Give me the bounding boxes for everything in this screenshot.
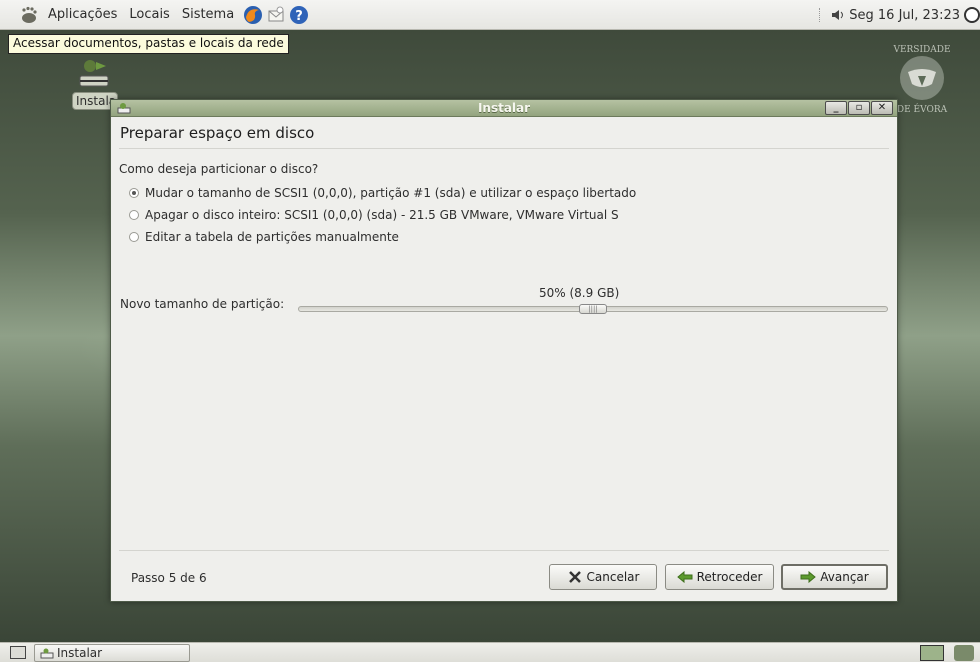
option-manual-label: Editar a tabela de partições manualmente <box>145 230 399 244</box>
taskbar-item-installer[interactable]: Instalar <box>34 644 190 662</box>
partition-size-value: 50% (8.9 GB) <box>539 286 620 300</box>
window-titlebar[interactable]: Instalar _ ▫ ✕ <box>111 100 897 117</box>
menu-aplicacoes[interactable]: Aplicações <box>42 7 123 22</box>
option-resize-label: Mudar o tamanho de SCSI1 (0,0,0), partiç… <box>145 186 637 200</box>
volume-icon[interactable] <box>831 9 845 21</box>
menu-locais[interactable]: Locais <box>123 7 175 22</box>
back-label: Retroceder <box>696 570 763 584</box>
close-icon: ✕ <box>877 102 887 113</box>
firefox-launcher-icon[interactable] <box>243 5 263 25</box>
power-icon[interactable] <box>964 7 980 23</box>
window-body: Preparar espaço em disco Como deseja par… <box>119 118 889 601</box>
top-panel: Aplicações Locais Sistema ? Seg 16 Jul, … <box>0 0 980 30</box>
arrow-right-icon <box>800 571 817 583</box>
radio-resize[interactable] <box>129 188 139 198</box>
minimize-button[interactable]: _ <box>825 101 847 115</box>
cancel-x-icon <box>568 571 581 583</box>
cancel-button[interactable]: Cancelar <box>549 564 657 590</box>
radio-erase-disk[interactable] <box>129 210 139 220</box>
footer-divider <box>119 550 889 551</box>
partition-options: Mudar o tamanho de SCSI1 (0,0,0), partiç… <box>119 182 889 248</box>
install-icon <box>79 60 109 87</box>
gnome-foot-icon[interactable] <box>20 6 38 24</box>
forward-button[interactable]: Avançar <box>781 564 888 590</box>
tooltip: Acessar documentos, pastas e locais da r… <box>8 34 289 54</box>
bottom-panel: Instalar <box>0 642 980 662</box>
option-erase-disk-label: Apagar o disco inteiro: SCSI1 (0,0,0) (s… <box>145 208 619 222</box>
radio-manual[interactable] <box>129 232 139 242</box>
heading-divider <box>119 148 889 149</box>
show-desktop-button[interactable] <box>10 646 26 659</box>
svg-text:?: ? <box>295 9 303 24</box>
help-launcher-icon[interactable]: ? <box>289 5 309 25</box>
option-erase-disk[interactable]: Apagar o disco inteiro: SCSI1 (0,0,0) (s… <box>129 204 889 226</box>
partition-size-slider[interactable]: |||| <box>298 304 888 314</box>
workspace-switcher[interactable] <box>920 645 944 661</box>
step-indicator: Passo 5 de 6 <box>131 571 207 585</box>
email-launcher-icon[interactable] <box>266 5 286 25</box>
forward-label: Avançar <box>820 570 869 584</box>
slider-thumb[interactable]: |||| <box>579 304 607 314</box>
close-button[interactable]: ✕ <box>871 101 893 115</box>
svg-text:DE ÉVORA: DE ÉVORA <box>897 103 948 115</box>
installer-window: Instalar _ ▫ ✕ Preparar espaço em disco … <box>110 99 898 602</box>
cancel-label: Cancelar <box>586 570 640 584</box>
window-title: Instalar <box>477 101 531 115</box>
clock-area: Seg 16 Jul, 23:23 <box>819 0 980 30</box>
arrow-left-icon <box>676 571 693 583</box>
option-manual[interactable]: Editar a tabela de partições manualmente <box>129 226 889 248</box>
menu-sistema[interactable]: Sistema <box>176 7 240 22</box>
minimize-icon: _ <box>833 102 839 113</box>
maximize-button[interactable]: ▫ <box>848 101 870 115</box>
partition-size-row: Novo tamanho de partição: 50% (8.9 GB) |… <box>119 286 889 326</box>
trash-icon[interactable] <box>954 645 974 661</box>
window-controls: _ ▫ ✕ <box>825 101 893 115</box>
partition-question: Como deseja particionar o disco? <box>119 162 319 176</box>
svg-text:VERSIDADE: VERSIDADE <box>892 45 950 55</box>
taskbar-item-label: Instalar <box>57 646 103 660</box>
page-title: Preparar espaço em disco <box>120 124 315 142</box>
installer-task-icon <box>40 648 54 659</box>
back-button[interactable]: Retroceder <box>665 564 774 590</box>
partition-size-label: Novo tamanho de partição: <box>120 297 285 311</box>
clock[interactable]: Seg 16 Jul, 23:23 <box>849 8 960 23</box>
option-resize[interactable]: Mudar o tamanho de SCSI1 (0,0,0), partiç… <box>129 182 889 204</box>
maximize-icon: ▫ <box>855 102 863 113</box>
panel-separator <box>819 8 821 22</box>
